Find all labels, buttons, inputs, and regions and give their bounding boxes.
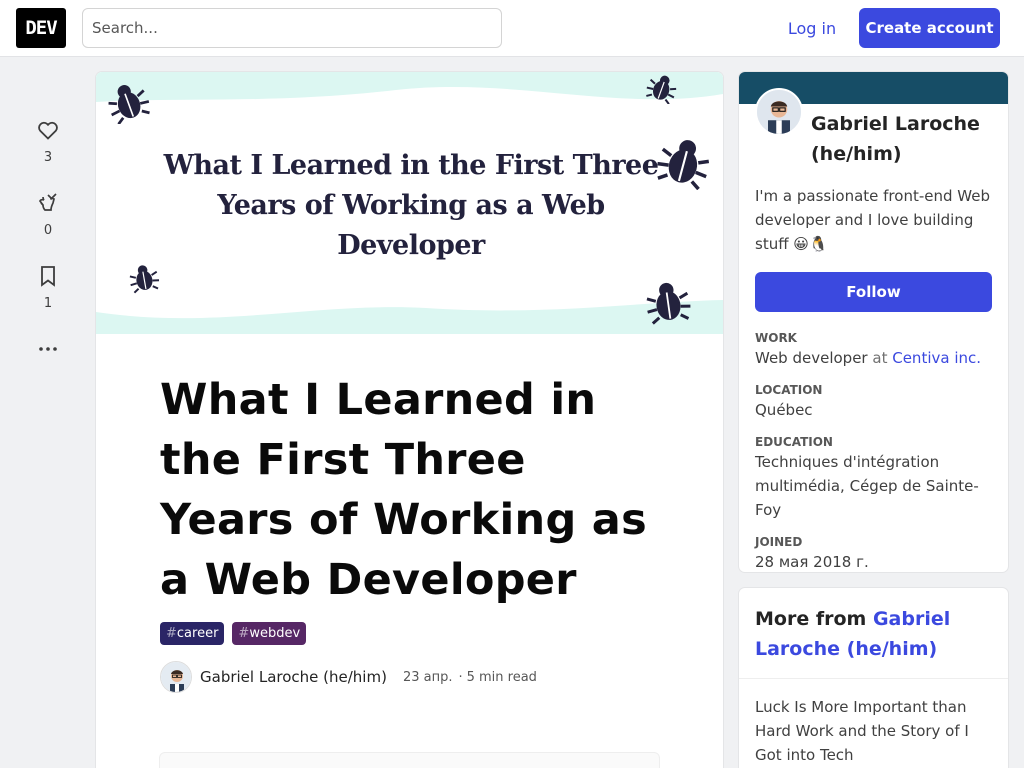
bug-icon [646,282,691,325]
profile-avatar[interactable] [755,88,803,136]
cover-title: What I Learned in the First Three Years … [163,150,659,261]
joined-value: 28 мая 2018 г. [755,553,869,571]
bookmark-icon [41,266,55,287]
login-link[interactable]: Log in [778,8,846,48]
company-link[interactable]: Centiva inc. [892,349,981,367]
unicorn-reaction[interactable]: 0 [24,191,72,238]
follow-button[interactable]: Follow [755,272,992,312]
more-from-article-link[interactable]: Luck Is More Important than Hard Work an… [739,679,1008,768]
work-label: Work [755,331,797,345]
joined-label: Joined [755,535,803,549]
search-input[interactable] [82,8,502,48]
heart-icon [38,121,58,140]
article-card: What I Learned in the First Three Years … [96,72,723,768]
meta-separator: · [458,669,463,685]
profile-name[interactable]: Gabriel Laroche (he/him) [811,109,991,169]
article-content-box [159,752,660,768]
education-label: Education [755,435,833,449]
author-profile-card: Gabriel Laroche (he/him) I'm a passionat… [739,72,1008,572]
unicorn-count: 0 [43,223,53,238]
author-byline: Gabriel Laroche (he/him) 23 апр. · 5 min… [160,661,659,693]
fact-joined: Joined 28 мая 2018 г. [755,534,1000,572]
author-name[interactable]: Gabriel Laroche (he/him) [200,668,387,686]
dev-logo[interactable]: DEV [16,8,66,48]
create-account-button[interactable]: Create account [859,8,1000,48]
tag-webdev[interactable]: #webdev [232,622,307,645]
bug-icon [108,85,150,124]
location-value: Québec [755,401,813,419]
author-avatar[interactable] [160,661,192,693]
bug-icon [646,75,677,104]
fact-location: Location Québec [755,382,1000,422]
education-value: Techniques d'intégration multimédia, Cég… [755,453,979,519]
article-title: What I Learned in the First Three Years … [160,375,648,605]
more-horizontal-icon [39,347,57,351]
location-label: Location [755,383,823,397]
bug-icon [129,265,160,294]
top-header: DEV Log in Create account [0,0,1024,57]
publish-date: 23 апр. [402,669,453,685]
cover-image: What I Learned in the First Three Years … [96,72,723,334]
more-options-button[interactable] [24,337,72,361]
tag-list: #career #webdev [160,622,659,645]
bookmark-count: 1 [43,296,53,311]
profile-bio: I'm a passionate front-end Web developer… [755,187,990,253]
like-reaction[interactable]: 3 [24,118,72,165]
reaction-rail: 3 0 1 [24,118,72,361]
work-value: Web developer at Centiva inc. [755,349,982,367]
more-from-heading: More from Gabriel Laroche (he/him) [739,588,1008,679]
read-time: 5 min read [466,669,537,685]
more-from-card: More from Gabriel Laroche (he/him) Luck … [739,588,1008,768]
profile-facts: Work Web developer at Centiva inc. Locat… [755,330,1000,572]
article-header: What I Learned in the First Three Years … [96,334,723,693]
tag-career[interactable]: #career [160,622,225,645]
fact-work: Work Web developer at Centiva inc. [755,330,1000,370]
bookmark-reaction[interactable]: 1 [24,264,72,311]
unicorn-icon [39,193,57,211]
fact-education: Education Techniques d'intégration multi… [755,434,1000,522]
like-count: 3 [43,150,53,165]
